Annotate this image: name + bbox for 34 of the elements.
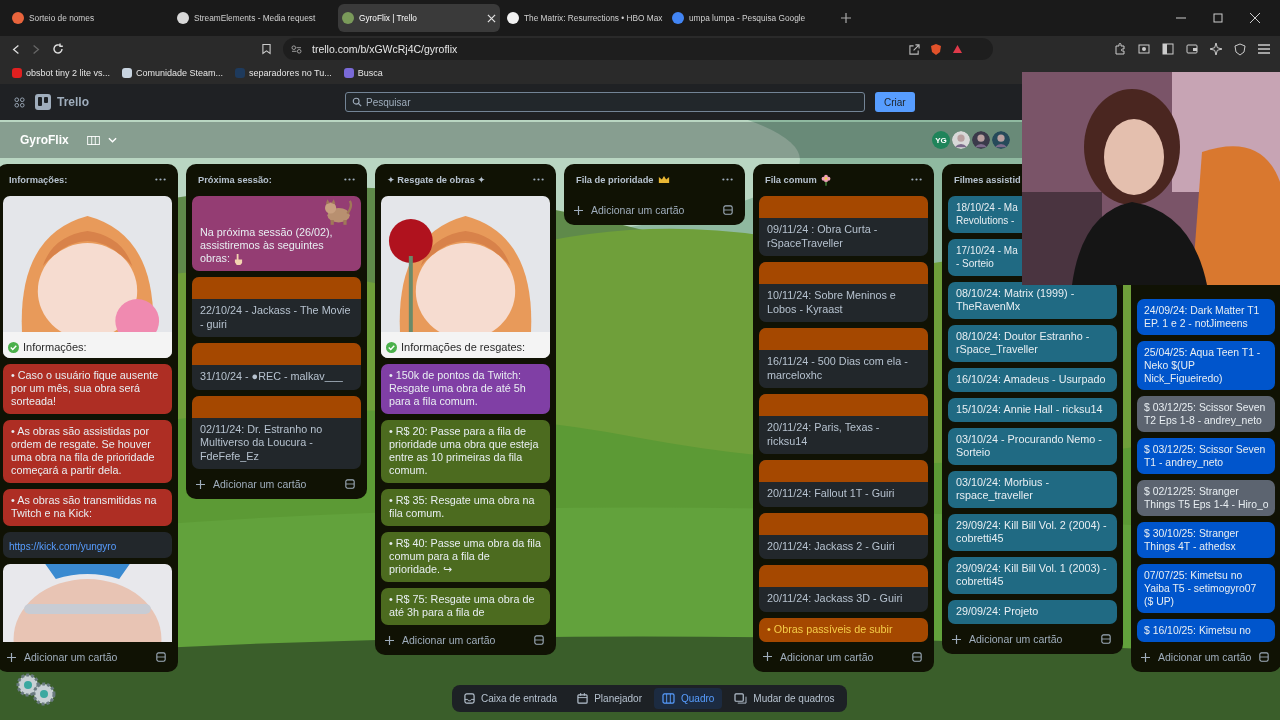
sidebar-icon[interactable] — [1162, 43, 1174, 55]
logo-text[interactable]: Trello — [57, 95, 89, 109]
maximize-icon[interactable] — [1213, 13, 1223, 23]
reload-icon[interactable] — [52, 43, 64, 55]
wallet-icon[interactable] — [1186, 43, 1198, 55]
bookmark-icon[interactable] — [262, 43, 271, 55]
browser-tab[interactable]: The Matrix: Resurrections • HBO Max — [503, 4, 665, 32]
bookmark[interactable]: obsbot tiny 2 lite vs... — [12, 68, 111, 78]
search-icon — [352, 97, 362, 107]
bookmark[interactable]: separadores no Tu... — [235, 68, 332, 78]
address-field[interactable]: trello.com/b/xGWcRj4C/gyroflix — [283, 38, 993, 60]
close-icon[interactable] — [487, 13, 496, 23]
search-field[interactable]: Pesquisar — [345, 92, 865, 112]
bookmark[interactable]: Comunidade Steam... — [122, 68, 224, 78]
close-icon[interactable] — [1250, 13, 1260, 23]
back-icon[interactable] — [12, 43, 20, 55]
share-icon[interactable] — [909, 43, 920, 55]
browser-tab[interactable]: Sorteio de nomes — [8, 4, 170, 32]
bookmark[interactable]: Busca — [343, 68, 383, 78]
menu-icon[interactable] — [1258, 44, 1270, 54]
logo-icon[interactable] — [35, 94, 51, 110]
shield-icon[interactable] — [1234, 42, 1246, 56]
browser-tab[interactable]: StreamElements - Media request — [173, 4, 335, 32]
triangle-icon[interactable] — [952, 44, 963, 54]
plus-icon[interactable] — [841, 13, 851, 23]
shield-icon[interactable] — [930, 42, 942, 56]
browser-tab[interactable]: umpa lumpa - Pesquisa Google — [668, 4, 830, 32]
puzzle-icon[interactable] — [1114, 43, 1126, 55]
create-button[interactable]: Criar — [875, 92, 915, 112]
apps-icon[interactable] — [14, 96, 25, 108]
browser-tab[interactable]: GyroFlix | Trello — [338, 4, 500, 32]
sparkle-icon[interactable] — [1210, 43, 1222, 55]
site-settings-icon[interactable] — [291, 44, 302, 54]
screenshot-icon[interactable] — [1138, 43, 1150, 55]
